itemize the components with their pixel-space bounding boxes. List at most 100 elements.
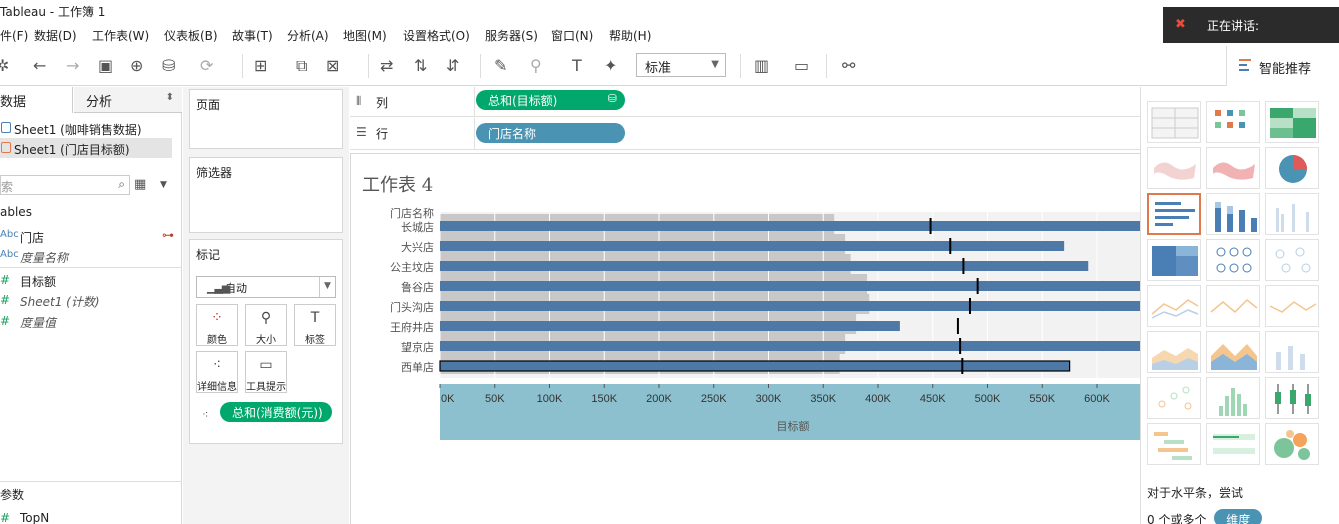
- datasource-item[interactable]: Sheet1 (咖啡销售数据): [0, 118, 172, 138]
- marks-field-pill[interactable]: 总和(消费额(元)): [220, 402, 332, 422]
- chart-thumb-highlight-table[interactable]: [1265, 101, 1319, 143]
- highlight-icon[interactable]: ✎: [494, 56, 507, 76]
- field-dimension[interactable]: Abc 度量名称: [0, 246, 182, 266]
- chart-thumb-dual-combination[interactable]: [1265, 331, 1319, 373]
- tableau-logo-icon[interactable]: ✲: [0, 56, 9, 76]
- menu-analysis[interactable]: 分析(A): [287, 27, 329, 44]
- fix-axes-icon[interactable]: ✦: [604, 56, 617, 76]
- chart-thumb-lines-discrete[interactable]: [1206, 285, 1260, 327]
- chart-thumb-side-circles[interactable]: [1265, 239, 1319, 281]
- chart-thumb-scatter[interactable]: [1147, 377, 1201, 419]
- refresh-icon[interactable]: ⟳: [200, 56, 213, 76]
- columns-shelf[interactable]: ⦀ 列 总和(目标额) ⛁: [350, 87, 1140, 117]
- rows-label: 行: [376, 127, 389, 141]
- menu-map[interactable]: 地图(M): [343, 27, 387, 44]
- tooltip-button[interactable]: ▭ 工具提示: [245, 351, 287, 393]
- share-icon[interactable]: ⚯: [842, 56, 855, 76]
- field-measure[interactable]: # 度量值: [0, 311, 182, 331]
- field-dimension[interactable]: Abc 门店 ⊶: [0, 226, 182, 246]
- chart-thumb-stacked-bars[interactable]: [1206, 193, 1260, 235]
- chart-thumb-dual-lines[interactable]: [1265, 285, 1319, 327]
- menu-format[interactable]: 设置格式(O): [403, 27, 470, 44]
- menu-worksheet[interactable]: 工作表(W): [92, 27, 149, 44]
- chart-thumb-area-continuous[interactable]: [1147, 331, 1201, 373]
- tab-data[interactable]: 数据: [0, 87, 73, 113]
- clear-sheet-icon[interactable]: ⊠: [326, 56, 339, 76]
- undo-icon[interactable]: ←: [33, 56, 46, 76]
- chart-thumb-pie[interactable]: [1265, 147, 1319, 189]
- fit-select[interactable]: 标准 ▼: [636, 53, 726, 77]
- new-worksheet-icon[interactable]: ⊞: [254, 56, 267, 76]
- label-button[interactable]: T 标签: [294, 304, 336, 346]
- packed-bubbles-icon: [1274, 430, 1310, 460]
- chart-thumb-histogram[interactable]: [1206, 377, 1260, 419]
- category-label: 公主坟店: [390, 260, 434, 274]
- chart-thumb-horizontal-bars[interactable]: [1147, 193, 1201, 235]
- dual-combination-icon: [1276, 346, 1305, 370]
- marks-type-select[interactable]: ▁▃▅ 自动 ▼: [196, 276, 336, 298]
- field-search-input[interactable]: 索 ⌕: [0, 175, 130, 195]
- filters-shelf[interactable]: 筛选器: [189, 157, 343, 233]
- rows-shelf[interactable]: ☰ 行 门店名称: [350, 118, 1140, 150]
- search-icon[interactable]: ⌕: [118, 177, 125, 192]
- chart-thumb-bullet[interactable]: [1206, 423, 1260, 465]
- field-name: 目标额: [20, 275, 57, 289]
- chart-thumb-symbol-map[interactable]: [1147, 147, 1201, 189]
- pause-updates-icon[interactable]: ⛁: [162, 56, 175, 76]
- x-tick-label: 550K: [1029, 393, 1055, 405]
- menu-story[interactable]: 故事(T): [232, 27, 273, 44]
- show-cards-icon[interactable]: ▥: [754, 56, 769, 76]
- number-type-icon: #: [0, 314, 11, 328]
- menu-dashboard[interactable]: 仪表板(B): [164, 27, 218, 44]
- color-button[interactable]: ⁘ 颜色: [196, 304, 238, 346]
- sort-ascending-icon[interactable]: ⇅: [414, 56, 427, 76]
- duplicate-icon[interactable]: ⧉: [296, 56, 307, 76]
- show-me-button[interactable]: 智能推荐: [1226, 46, 1339, 86]
- chart-thumb-text-table[interactable]: [1147, 101, 1201, 143]
- tooltip-icon: ▭: [259, 357, 273, 373]
- view-toggle-icon[interactable]: ▦: [134, 175, 146, 195]
- new-datasource-icon[interactable]: ⊕: [130, 56, 143, 76]
- field-measure[interactable]: # 目标额: [0, 270, 182, 290]
- swap-rows-columns-icon[interactable]: ⇄: [380, 56, 393, 76]
- x-tick-label: 300K: [756, 393, 782, 405]
- collapse-icon[interactable]: ⬍: [166, 92, 174, 103]
- field-measure[interactable]: # Sheet1 (计数): [0, 290, 182, 310]
- chart-thumb-packed-bubbles[interactable]: [1265, 423, 1319, 465]
- dual-line-icon: [1269, 301, 1317, 313]
- chart-thumb-treemap[interactable]: [1147, 239, 1201, 281]
- tab-analysis[interactable]: 分析 ⬍: [74, 87, 182, 113]
- show-me-hint: 对于水平条，尝试: [1147, 486, 1244, 500]
- detail-button[interactable]: ⁖ 详细信息: [196, 351, 238, 393]
- chart-thumb-side-by-side-bars[interactable]: [1265, 193, 1319, 235]
- redo-icon[interactable]: →: [66, 56, 79, 76]
- size-button[interactable]: ⚲ 大小: [245, 304, 287, 346]
- chart-thumb-heatmap[interactable]: [1206, 101, 1260, 143]
- menu-file[interactable]: 件(F): [0, 27, 28, 44]
- parameter-item[interactable]: # TopN: [0, 508, 182, 524]
- chart-thumb-filled-map[interactable]: [1206, 147, 1260, 189]
- chevron-down-icon[interactable]: ▼: [160, 175, 167, 195]
- row-field-pill[interactable]: 门店名称: [476, 123, 625, 143]
- column-field-pill[interactable]: 总和(目标额) ⛁: [476, 90, 625, 110]
- menu-server[interactable]: 服务器(S): [485, 27, 538, 44]
- chart-thumb-area-discrete[interactable]: [1206, 331, 1260, 373]
- menu-window[interactable]: 窗口(N): [551, 27, 593, 44]
- datasource-item-selected[interactable]: Sheet1 (门店目标额): [0, 138, 172, 158]
- show-labels-icon[interactable]: T: [572, 56, 582, 76]
- group-icon[interactable]: ⚲: [530, 56, 542, 76]
- chart-thumb-lines-continuous[interactable]: [1147, 285, 1201, 327]
- sort-descending-icon[interactable]: ⇵: [446, 56, 459, 76]
- chart-thumb-circle-view[interactable]: [1206, 239, 1260, 281]
- presentation-icon[interactable]: ▭: [794, 56, 809, 76]
- chart-thumb-gantt[interactable]: [1147, 423, 1201, 465]
- stacked-bar-icon: [1215, 202, 1257, 232]
- chart-thumb-box-whisker[interactable]: [1265, 377, 1319, 419]
- text-icon: T: [310, 310, 320, 326]
- pages-shelf[interactable]: 页面: [189, 89, 343, 149]
- fit-select-value: 标准: [645, 61, 672, 76]
- save-icon[interactable]: ▣: [98, 56, 113, 76]
- menu-help[interactable]: 帮助(H): [609, 27, 651, 44]
- worksheet-view: 工作表 4 门店名称 长城店 大兴店 公主坟店 鲁谷店 门头沟店 王府井店 望京店 西单店 0K 5…: [350, 153, 1141, 524]
- menu-data[interactable]: 数据(D): [34, 27, 77, 44]
